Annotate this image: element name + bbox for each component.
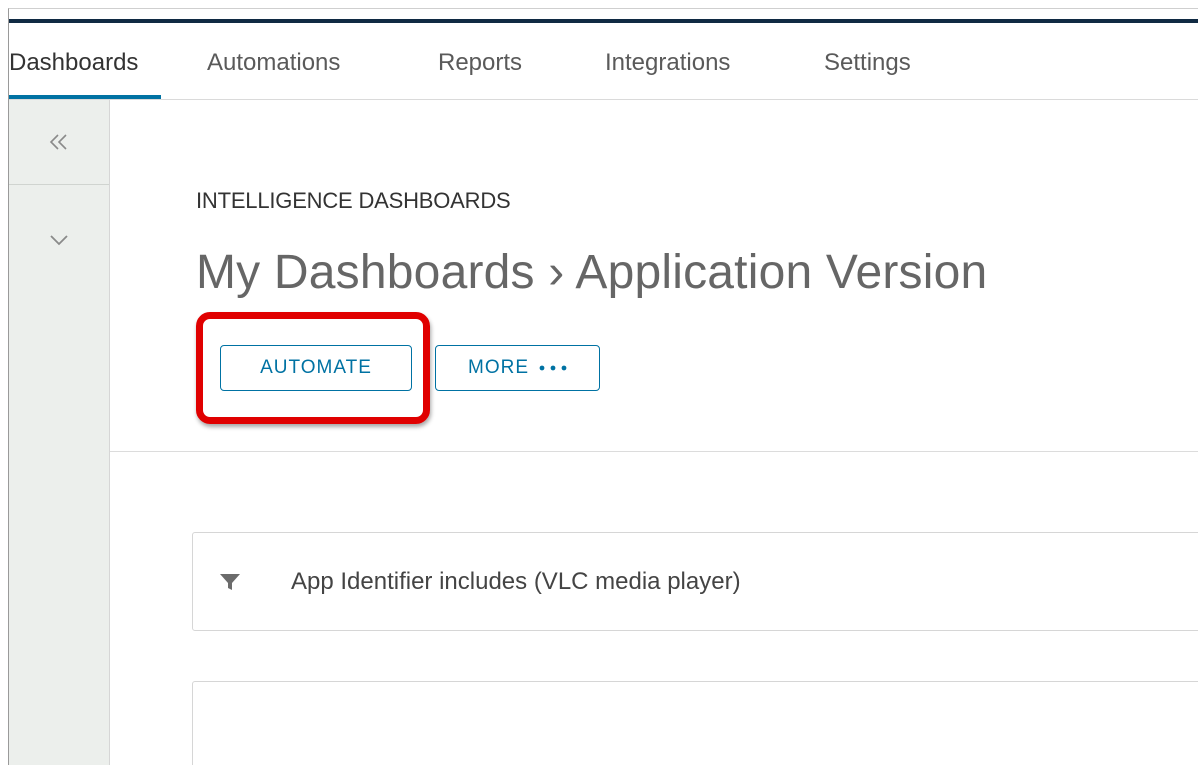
dashboard-widget-panel <box>192 681 1198 765</box>
tab-dashboards[interactable]: Dashboards <box>9 43 161 99</box>
sidebar <box>9 100 110 765</box>
tab-integrations[interactable]: Integrations <box>605 43 730 99</box>
more-button-label: MORE <box>468 357 529 378</box>
sidebar-collapse-button[interactable] <box>9 100 109 185</box>
page-subtitle: INTELLIGENCE DASHBOARDS <box>196 188 511 213</box>
tab-label: Reports <box>438 49 523 76</box>
tab-settings[interactable]: Settings <box>824 43 911 99</box>
tab-reports[interactable]: Reports <box>438 43 522 99</box>
main-content: INTELLIGENCE DASHBOARDS My Dashboards › … <box>110 100 1198 765</box>
main-nav-tabs: Dashboards Automations Reports Integrati… <box>9 23 1198 100</box>
filter-text: App Identifier includes (VLC media playe… <box>291 567 741 595</box>
automate-button-label: AUTOMATE <box>260 357 372 378</box>
app-window: Dashboards Automations Reports Integrati… <box>8 8 1198 765</box>
tab-label: Dashboards <box>9 49 139 76</box>
tab-label: Settings <box>824 49 911 76</box>
more-button[interactable]: MORE <box>435 345 600 391</box>
tab-label: Automations <box>207 49 341 76</box>
tab-label: Integrations <box>605 49 731 76</box>
filter-icon <box>219 570 243 594</box>
double-chevron-left-icon <box>49 134 67 150</box>
page-header: INTELLIGENCE DASHBOARDS My Dashboards › … <box>110 100 1198 452</box>
tab-automations[interactable]: Automations <box>207 43 340 99</box>
sidebar-expand-button[interactable] <box>9 220 109 260</box>
automate-button[interactable]: AUTOMATE <box>220 345 412 391</box>
ellipsis-icon <box>539 365 567 371</box>
filter-bar[interactable]: App Identifier includes (VLC media playe… <box>192 532 1198 631</box>
chevron-down-icon <box>50 235 68 246</box>
page-title: My Dashboards › Application Version <box>196 246 988 299</box>
